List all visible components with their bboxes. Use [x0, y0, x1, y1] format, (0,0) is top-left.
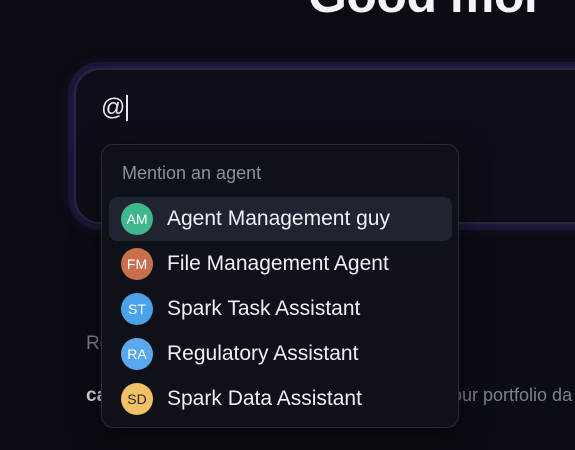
mention-item-agent-management-guy[interactable]: AM Agent Management guy — [109, 197, 452, 241]
agent-name: Spark Data Assistant — [167, 387, 362, 410]
agent-name: Spark Task Assistant — [167, 297, 361, 320]
background-text-fragment: our portfolio da — [452, 385, 573, 405]
agent-avatar: ST — [121, 293, 153, 325]
agent-avatar: RA — [121, 338, 153, 370]
agent-avatar: AM — [121, 203, 153, 235]
agent-name: Regulatory Assistant — [167, 342, 359, 365]
text-caret — [126, 95, 129, 121]
app-screen: Good mor @ Re ca our portfolio da Mentio… — [0, 0, 575, 450]
agent-avatar: SD — [121, 383, 153, 415]
agent-name: Agent Management guy — [167, 207, 390, 230]
greeting-heading: Good mor — [308, 0, 543, 24]
composer-input[interactable]: @ — [101, 94, 129, 122]
mention-menu-title: Mention an agent — [122, 163, 262, 183]
agent-name: File Management Agent — [167, 252, 389, 275]
composer-value: @ — [101, 94, 126, 121]
mention-item-regulatory-assistant[interactable]: RA Regulatory Assistant — [109, 332, 452, 376]
mention-item-spark-task-assistant[interactable]: ST Spark Task Assistant — [109, 287, 452, 331]
mention-item-file-management-agent[interactable]: FM File Management Agent — [109, 242, 452, 286]
agent-avatar: FM — [121, 248, 153, 280]
mention-menu: Mention an agent AM Agent Management guy… — [101, 144, 459, 428]
mention-item-spark-data-assistant[interactable]: SD Spark Data Assistant — [109, 377, 452, 421]
